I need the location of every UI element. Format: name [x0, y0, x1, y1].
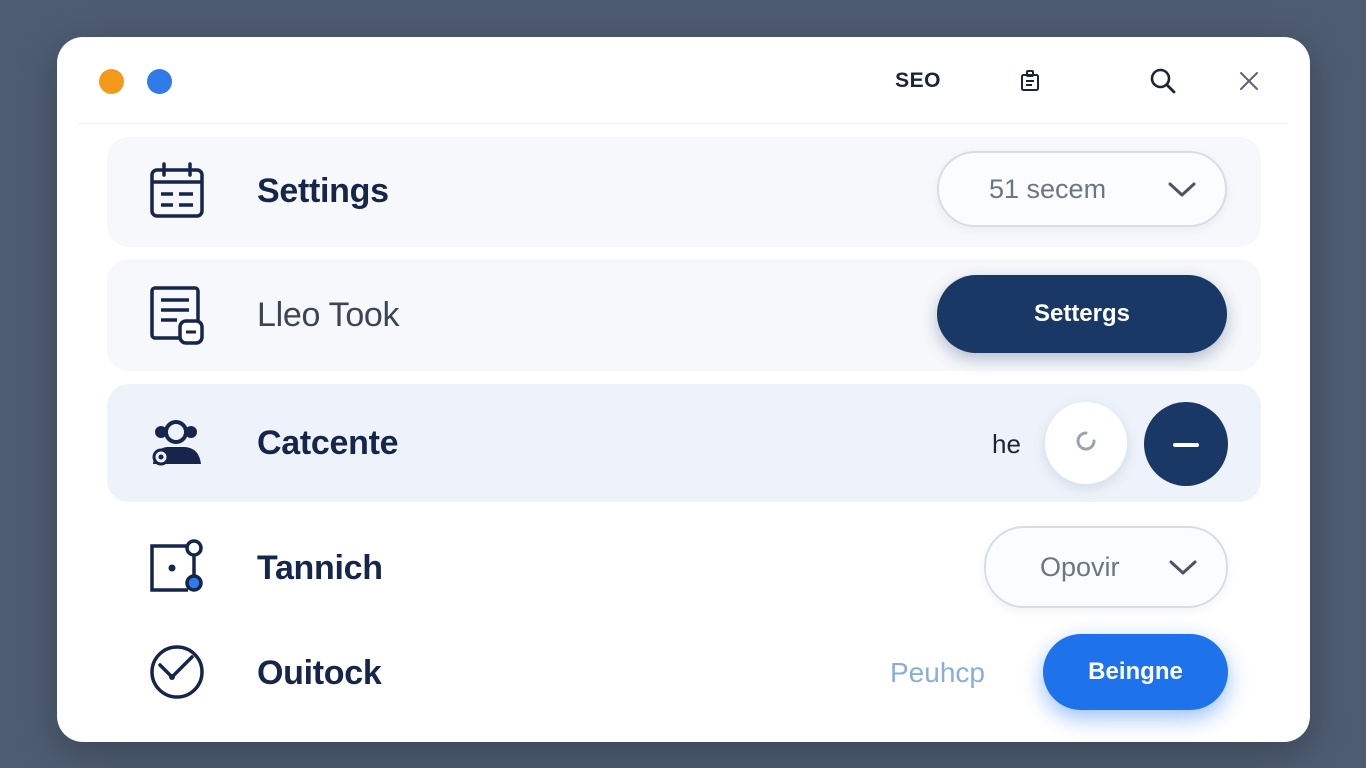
stepper-text: he — [992, 429, 1021, 459]
app-window: SEO Settings 51 secem Lleo Took Settergs… — [57, 37, 1310, 742]
clipboard-icon[interactable] — [1014, 65, 1046, 97]
ouitock-row: Ouitock Peuhcp Beingne — [107, 627, 1261, 732]
tannich-row: Tannich Opovir — [107, 512, 1261, 622]
users-icon — [147, 412, 207, 472]
title-bar: SEO — [57, 37, 1310, 123]
beingne-button[interactable]: Beingne — [1043, 634, 1228, 710]
spinner-button[interactable] — [1045, 402, 1127, 484]
orange-window-dot[interactable] — [99, 69, 124, 94]
calendar-icon — [147, 161, 207, 221]
close-icon[interactable] — [1233, 65, 1265, 97]
minus-icon — [1173, 435, 1199, 453]
settings-select[interactable]: 51 secem — [937, 151, 1227, 227]
ouitock-label: Ouitock — [257, 654, 382, 692]
tannich-label: Tannich — [257, 549, 383, 587]
peuhcp-link[interactable]: Peuhcp — [890, 657, 985, 689]
document-lock-icon — [147, 285, 207, 345]
tannich-select[interactable]: Opovir — [984, 526, 1228, 608]
lleo-took-label: Lleo Took — [257, 296, 400, 334]
lleo-took-row: Lleo Took Settergs — [107, 259, 1261, 371]
loading-icon — [1074, 429, 1098, 458]
settings-select-value: 51 secem — [989, 173, 1107, 204]
catcente-row[interactable]: Catcente he — [107, 384, 1261, 502]
node-box-icon — [147, 537, 207, 597]
catcente-label: Catcente — [257, 424, 399, 462]
settings-row: Settings 51 secem — [107, 137, 1261, 247]
settergs-button[interactable]: Settergs — [937, 275, 1227, 353]
settings-label: Settings — [257, 172, 389, 210]
chevron-down-icon — [1167, 177, 1197, 206]
search-icon[interactable] — [1147, 65, 1179, 97]
chevron-down-icon — [1168, 555, 1198, 584]
gauge-icon — [147, 642, 207, 702]
blue-window-dot[interactable] — [147, 69, 172, 94]
title-divider — [79, 123, 1288, 124]
tannich-select-value: Opovir — [1040, 551, 1120, 582]
seo-label[interactable]: SEO — [881, 69, 955, 93]
minus-button[interactable] — [1144, 402, 1228, 486]
